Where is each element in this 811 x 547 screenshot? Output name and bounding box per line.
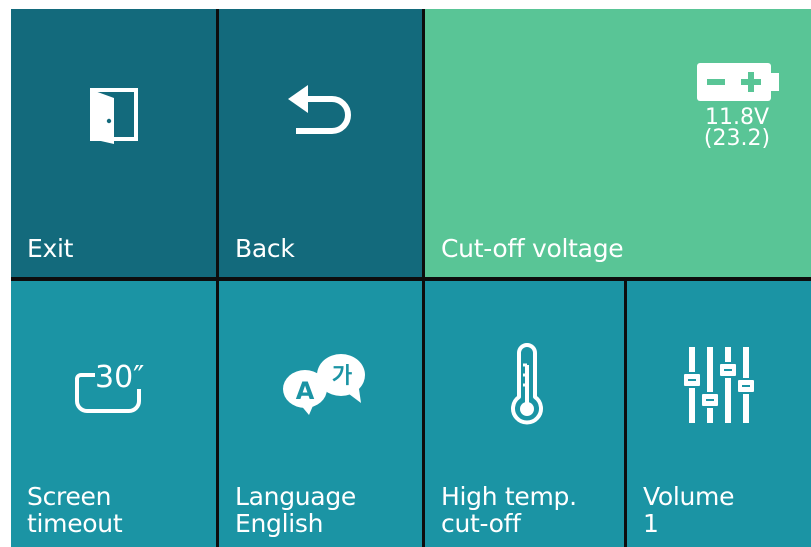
back-tile[interactable]: Back	[219, 9, 422, 277]
volume-label: Volume 1	[643, 482, 735, 538]
cutoff-voltage-label: Cut-off voltage	[441, 234, 624, 263]
exit-label: Exit	[27, 234, 74, 263]
cutoff-voltage-tile[interactable]: 11.8V (23.2) Cut-off voltage	[425, 9, 811, 277]
exit-door-icon	[90, 88, 138, 144]
equalizer-sliders-icon	[682, 347, 756, 423]
screen-timeout-icon: 30″	[75, 360, 144, 413]
thermometer-icon	[511, 343, 543, 425]
back-arrow-icon	[288, 85, 351, 134]
high-temp-cutoff-tile[interactable]: High temp. cut-off	[425, 281, 624, 547]
screen-timeout-value: 30″	[95, 360, 144, 395]
exit-tile[interactable]: Exit	[11, 9, 216, 277]
settings-screen: Exit Back 11.8V (23.2) Cut-off voltage 3…	[11, 9, 811, 547]
high-temp-cutoff-label: High temp. cut-off	[441, 482, 577, 538]
language-label: Language English	[235, 482, 356, 538]
volume-tile[interactable]: Volume 1	[627, 281, 811, 547]
back-label: Back	[235, 234, 295, 263]
cutoff-voltage-value: 11.8V	[704, 105, 770, 130]
screen-timeout-label: Screen timeout	[27, 482, 123, 538]
screen-timeout-tile[interactable]: 30″ Screen timeout	[11, 281, 216, 547]
cutoff-voltage-readout: 11.8V (23.2)	[695, 105, 779, 151]
battery-icon	[697, 63, 779, 101]
language-badge-b: 가	[332, 364, 352, 389]
language-tile[interactable]: A 가 Language English	[219, 281, 422, 547]
language-icon: A 가	[283, 354, 365, 415]
language-badge-a: A	[296, 377, 315, 405]
cutoff-voltage-sub: (23.2)	[703, 126, 771, 151]
